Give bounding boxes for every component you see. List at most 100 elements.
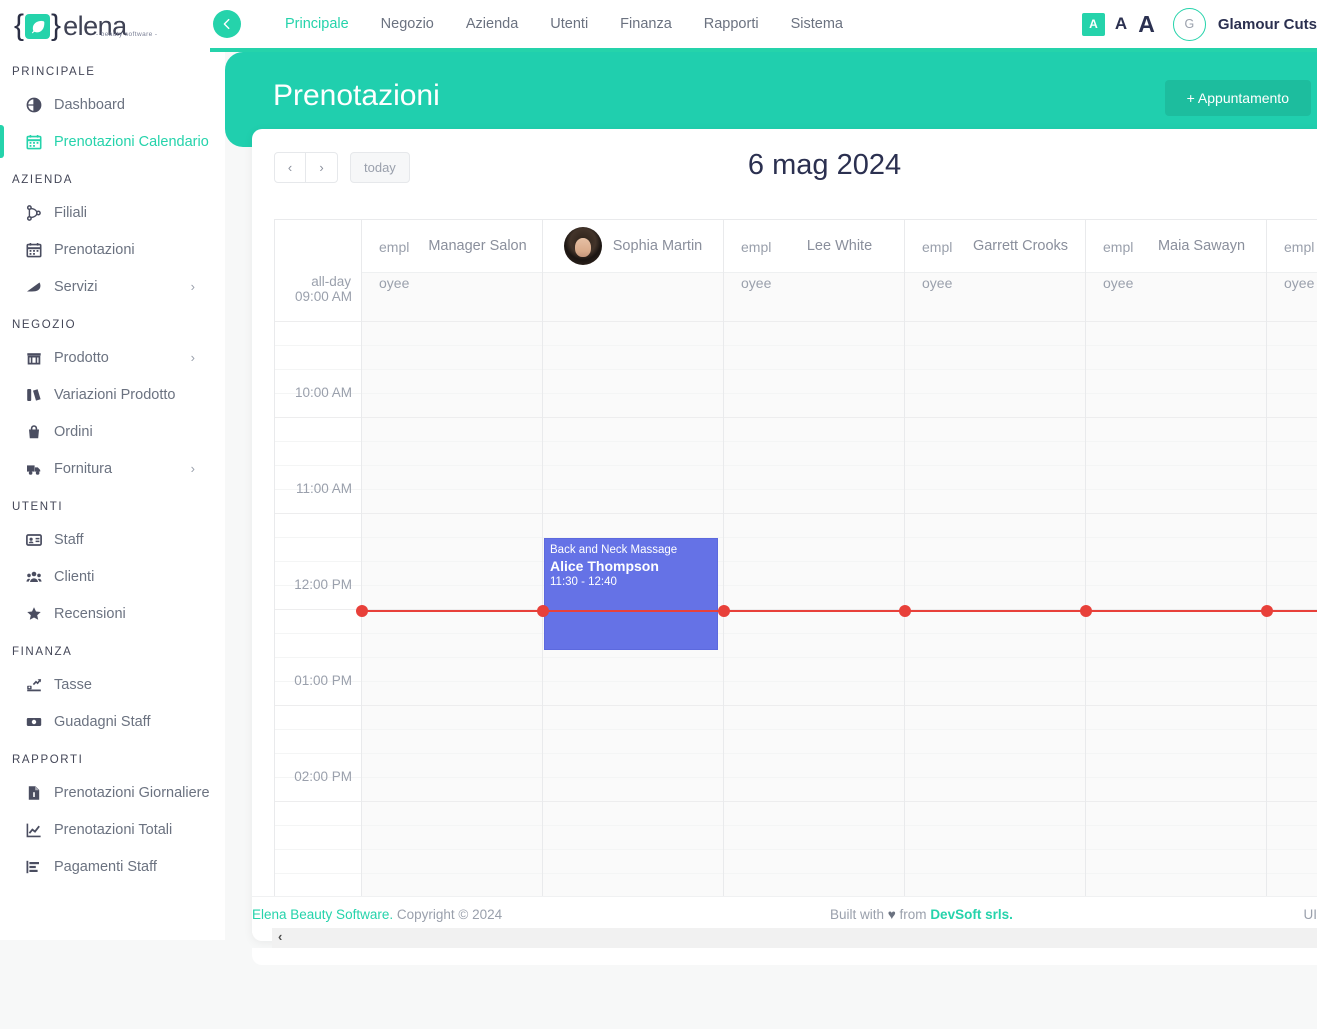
calendar-cell[interactable]: [905, 778, 1085, 802]
calendar-cell[interactable]: [1086, 418, 1266, 442]
calendar-cell[interactable]: [1086, 682, 1266, 706]
calendar-cell[interactable]: [1267, 490, 1317, 514]
calendar-cell[interactable]: [905, 682, 1085, 706]
calendar-cell[interactable]: [1086, 874, 1266, 898]
tab-principale[interactable]: Principale: [269, 0, 365, 54]
calendar-cell[interactable]: [1267, 802, 1317, 826]
tab-negozio[interactable]: Negozio: [365, 0, 450, 50]
sidebar-item-recensioni[interactable]: Recensioni: [0, 595, 225, 632]
calendar-cell[interactable]: [724, 874, 904, 898]
calendar-cell[interactable]: [724, 394, 904, 418]
calendar-cell[interactable]: [724, 418, 904, 442]
calendar-cell[interactable]: [1267, 610, 1317, 634]
calendar-cell[interactable]: [543, 514, 723, 538]
calendar-cell[interactable]: [905, 610, 1085, 634]
calendar-cell[interactable]: [543, 874, 723, 898]
calendar-cell[interactable]: [362, 370, 542, 394]
calendar-cell[interactable]: [1267, 730, 1317, 754]
calendar-cell[interactable]: [905, 514, 1085, 538]
calendar-cell[interactable]: [543, 850, 723, 874]
calendar-cell[interactable]: [362, 850, 542, 874]
sidebar-item-staff[interactable]: Staff: [0, 521, 225, 558]
calendar-cell[interactable]: [1086, 322, 1266, 346]
calendar-cell[interactable]: [362, 298, 542, 322]
calendar-cell[interactable]: [1086, 730, 1266, 754]
sidebar-item-fornitura[interactable]: Fornitura ›: [0, 450, 225, 487]
calendar-cell[interactable]: [1267, 586, 1317, 610]
sidebar-item-ordini[interactable]: Ordini: [0, 413, 225, 450]
sidebar-item-filiali[interactable]: Filiali: [0, 194, 225, 231]
sidebar-item-tasse[interactable]: Tasse: [0, 666, 225, 703]
calendar-cell[interactable]: [1086, 850, 1266, 874]
calendar-cell[interactable]: [543, 298, 723, 322]
calendar-cell[interactable]: [1086, 658, 1266, 682]
calendar-cell[interactable]: [1267, 778, 1317, 802]
calendar-cell[interactable]: [1267, 682, 1317, 706]
calendar-cell[interactable]: [724, 490, 904, 514]
calendar-cell[interactable]: [362, 322, 542, 346]
calendar-cell[interactable]: [1086, 610, 1266, 634]
calendar-cell[interactable]: [905, 586, 1085, 610]
calendar-cell[interactable]: [905, 418, 1085, 442]
calendar-cell[interactable]: [362, 682, 542, 706]
calendar-cell[interactable]: [362, 826, 542, 850]
calendar-cell[interactable]: [724, 514, 904, 538]
calendar-cell[interactable]: [1086, 394, 1266, 418]
calendar-cell[interactable]: [1267, 538, 1317, 562]
sidebar-item-pagamenti-staff[interactable]: Pagamenti Staff: [0, 848, 225, 885]
font-size-small-button[interactable]: A: [1081, 12, 1105, 36]
calendar-cell[interactable]: [543, 730, 723, 754]
calendar-cell[interactable]: [1086, 514, 1266, 538]
calendar-cell[interactable]: [724, 850, 904, 874]
calendar-cell[interactable]: [362, 490, 542, 514]
calendar-cell[interactable]: [362, 634, 542, 658]
sidebar-item-guadagni-staff[interactable]: Guadagni Staff: [0, 703, 225, 740]
employee-day-column[interactable]: [1086, 298, 1267, 898]
calendar-cell[interactable]: [1086, 562, 1266, 586]
calendar-cell[interactable]: [362, 418, 542, 442]
calendar-cell[interactable]: [362, 658, 542, 682]
calendar-cell[interactable]: [1267, 754, 1317, 778]
calendar-cell[interactable]: [1267, 322, 1317, 346]
calendar-cell[interactable]: [905, 802, 1085, 826]
calendar-cell[interactable]: [724, 466, 904, 490]
tab-finanza[interactable]: Finanza: [604, 0, 688, 50]
calendar-cell[interactable]: [543, 466, 723, 490]
chevron-right-icon[interactable]: ›: [191, 279, 195, 294]
calendar-cell[interactable]: [1267, 394, 1317, 418]
calendar-cell[interactable]: [1267, 370, 1317, 394]
calendar-cell[interactable]: [1086, 778, 1266, 802]
calendar-cell[interactable]: [905, 874, 1085, 898]
employee-allday-cell[interactable]: [543, 273, 723, 298]
calendar-cell[interactable]: [724, 538, 904, 562]
calendar-cell[interactable]: [905, 754, 1085, 778]
calendar-cell[interactable]: [905, 346, 1085, 370]
calendar-cell[interactable]: [362, 802, 542, 826]
tab-sistema[interactable]: Sistema: [775, 0, 859, 50]
calendar-cell[interactable]: [1086, 706, 1266, 730]
calendar-cell[interactable]: [724, 658, 904, 682]
calendar-cell[interactable]: [905, 850, 1085, 874]
calendar-cell[interactable]: [724, 586, 904, 610]
sidebar-item-variazioni-prodotto[interactable]: Variazioni Prodotto: [0, 376, 225, 413]
employee-day-column[interactable]: [905, 298, 1086, 898]
sidebar-item-prodotto[interactable]: Prodotto ›: [0, 339, 225, 376]
calendar-cell[interactable]: [362, 442, 542, 466]
calendar-cell[interactable]: [724, 706, 904, 730]
calendar-cell[interactable]: [724, 754, 904, 778]
calendar-cell[interactable]: [543, 658, 723, 682]
calendar-cell[interactable]: [724, 826, 904, 850]
calendar-cell[interactable]: [1086, 802, 1266, 826]
calendar-cell[interactable]: [362, 562, 542, 586]
sidebar-item-prenotazioni-giornaliere[interactable]: Prenotazioni Giornaliere: [0, 774, 225, 811]
chevron-right-icon[interactable]: ›: [191, 461, 195, 476]
tab-rapporti[interactable]: Rapporti: [688, 0, 775, 50]
calendar-cell[interactable]: [543, 826, 723, 850]
calendar-cell[interactable]: [543, 394, 723, 418]
sidebar-item-dashboard[interactable]: Dashboard: [0, 86, 225, 123]
calendar-cell[interactable]: [543, 682, 723, 706]
calendar-cell[interactable]: [543, 802, 723, 826]
calendar-cell[interactable]: [905, 466, 1085, 490]
calendar-cell[interactable]: [543, 346, 723, 370]
calendar-cell[interactable]: [1086, 346, 1266, 370]
